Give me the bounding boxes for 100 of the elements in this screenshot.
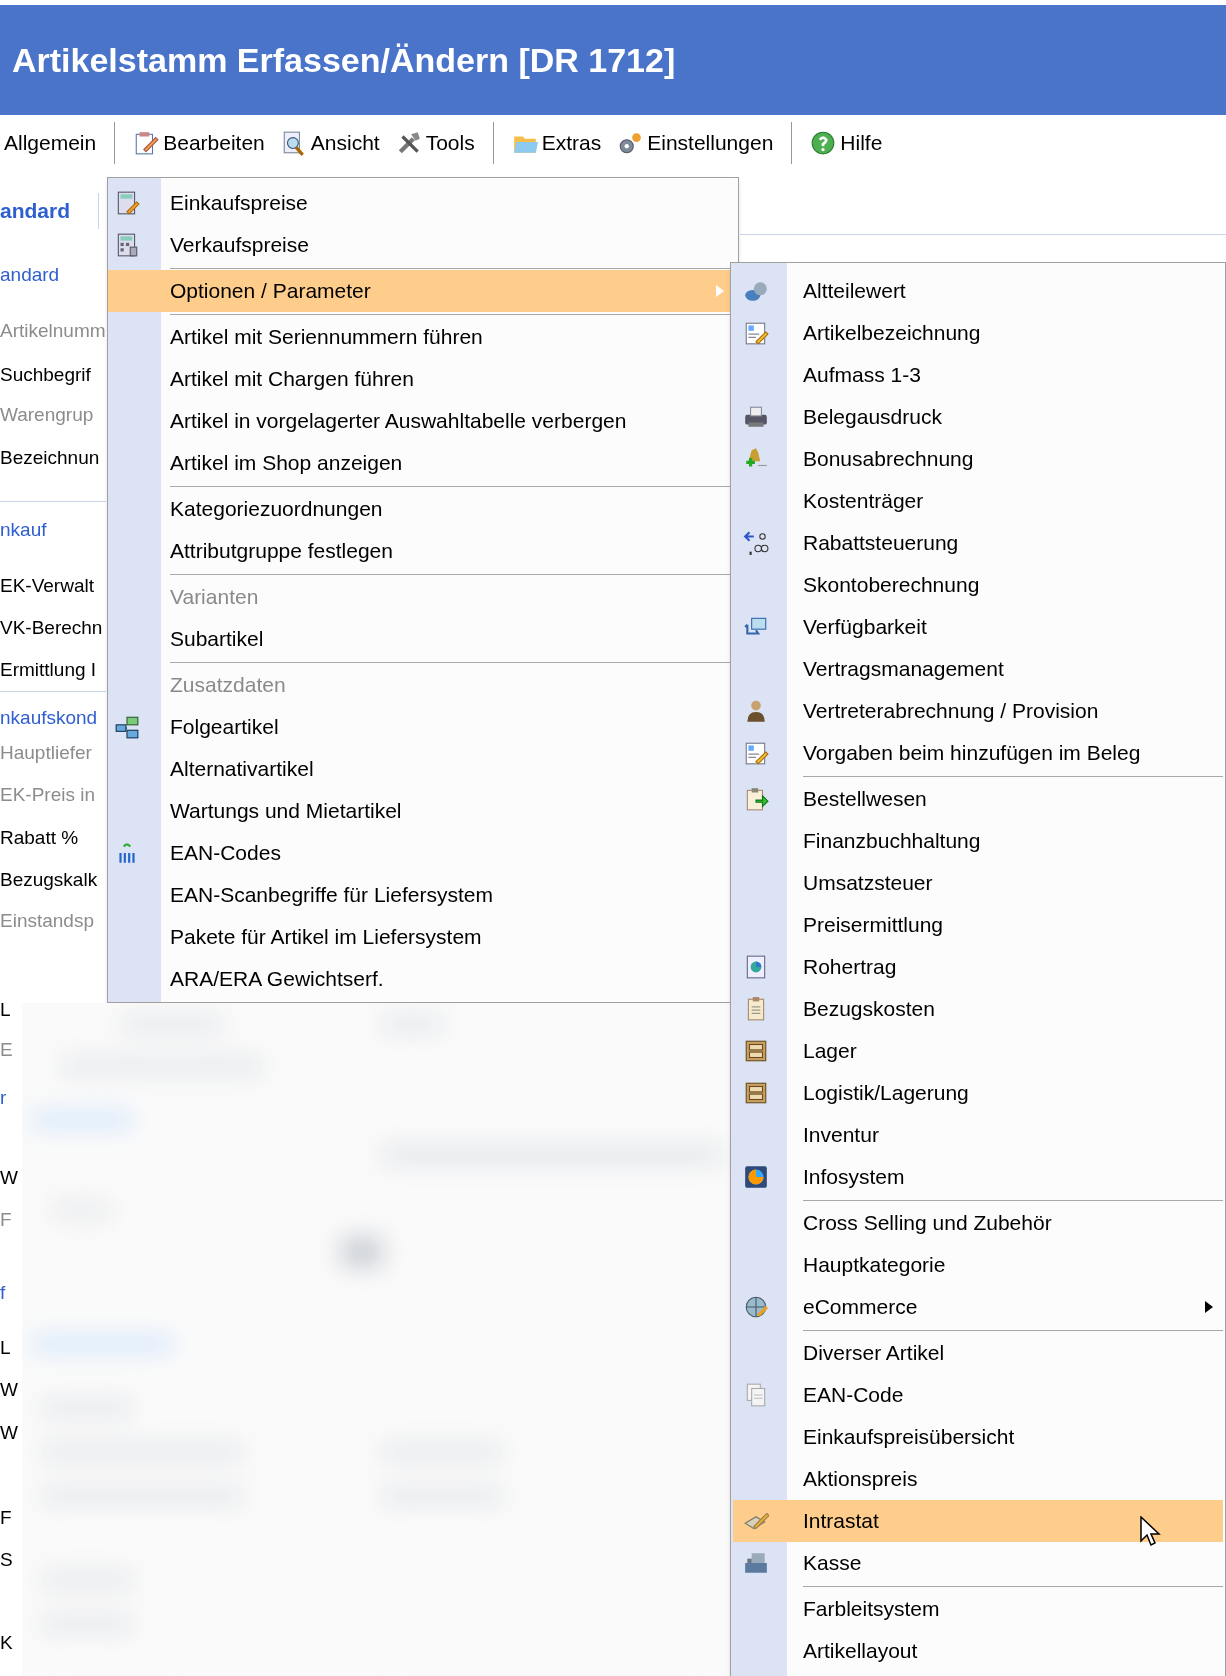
menu-item[interactable]: Verfügbarkeit bbox=[733, 606, 1223, 648]
menu-item[interactable]: Finanzbuchhaltung bbox=[733, 820, 1223, 862]
menu-item[interactable]: Artikel mit Seriennummern führen bbox=[108, 316, 734, 358]
submenu-arrow-icon bbox=[716, 285, 724, 297]
pie-chart-icon bbox=[743, 1164, 769, 1190]
menu-item[interactable]: Pakete für Artikel im Liefersystem bbox=[108, 916, 734, 958]
menu-item[interactable]: Altteilewert bbox=[733, 270, 1223, 312]
menu-item[interactable]: Infosystem bbox=[733, 1156, 1223, 1198]
form-label: L bbox=[0, 998, 11, 1022]
section-heading: f bbox=[0, 1281, 6, 1305]
menu-item[interactable]: eCommerce bbox=[733, 1286, 1223, 1328]
menu-item[interactable]: Artikel in vorgelagerter Auswahltabelle verbergen bbox=[108, 400, 734, 442]
tree-icon bbox=[114, 714, 140, 740]
cabinet-icon bbox=[743, 1038, 769, 1064]
form-label: EK-Preis in bbox=[0, 783, 96, 807]
menu-item[interactable]: Artikelbezeichnung bbox=[733, 312, 1223, 354]
menu-item[interactable]: Bonusabrechnung bbox=[733, 438, 1223, 480]
printer-icon bbox=[743, 404, 769, 430]
menu-item[interactable]: ARA/ERA Gewichtserf. bbox=[108, 958, 734, 1000]
toolbar-button[interactable]: Hilfe bbox=[804, 123, 889, 163]
menu-item[interactable]: Farbleitsystem bbox=[733, 1588, 1223, 1630]
toolbar-button[interactable]: Allgemein bbox=[0, 123, 103, 163]
menu-item[interactable]: Verkaufspreise bbox=[108, 224, 734, 266]
form-pencil-icon bbox=[743, 320, 769, 346]
form-label: Bezugskalk bbox=[0, 868, 98, 892]
menu-item[interactable]: Belegausdruck bbox=[733, 396, 1223, 438]
menu-item[interactable]: Preisermittlung bbox=[733, 904, 1223, 946]
toolbar-button[interactable]: Einstellungen bbox=[611, 123, 780, 163]
form-label: EK-Verwalt bbox=[0, 574, 94, 598]
menu-item[interactable]: Aktionspreis bbox=[733, 1458, 1223, 1500]
menu-item[interactable]: Subartikel bbox=[108, 618, 734, 660]
form-pencil-icon bbox=[743, 740, 769, 766]
menu-item[interactable]: Einkaufspreisübersicht bbox=[733, 1416, 1223, 1458]
toolbar-button[interactable]: Bearbeiten bbox=[127, 123, 271, 163]
form-label: F bbox=[0, 1208, 12, 1232]
form-label: Artikelnumm bbox=[0, 319, 106, 343]
menu-item[interactable]: Intrastat bbox=[733, 1500, 1223, 1542]
menu-item[interactable]: Kasse bbox=[733, 1542, 1223, 1584]
form-label: Rabatt % bbox=[0, 826, 79, 850]
form-label: F bbox=[0, 1506, 12, 1530]
menu-item[interactable]: EAN-Scanbegriffe für Liefersystem bbox=[108, 874, 734, 916]
menu-item[interactable]: Rabattsteuerung bbox=[733, 522, 1223, 564]
form-label: W bbox=[0, 1166, 18, 1190]
decimal-icon bbox=[743, 530, 769, 556]
menu-item[interactable]: Vertreterabrechnung / Provision bbox=[733, 690, 1223, 732]
menu-item[interactable]: Attributgruppe festlegen bbox=[108, 530, 734, 572]
section-heading: nkaufskond bbox=[0, 706, 98, 730]
cabinet-icon bbox=[743, 1080, 769, 1106]
menu-item[interactable]: Vorgaben beim hinzufügen im Beleg bbox=[733, 732, 1223, 774]
menu-item[interactable]: Alternativartikel bbox=[108, 748, 734, 790]
section-heading: andard bbox=[0, 263, 60, 287]
form-label: VK-Berechn bbox=[0, 616, 103, 640]
menu-item[interactable]: Logistik/Lagerung bbox=[733, 1072, 1223, 1114]
menu-item[interactable]: Artikellayout bbox=[733, 1630, 1223, 1672]
clipboard-pencil-icon bbox=[133, 130, 160, 156]
menu-item[interactable]: EAN-Codes bbox=[108, 832, 734, 874]
cash-register-icon bbox=[743, 1550, 769, 1576]
toolbar-button[interactable]: Ansicht bbox=[274, 123, 386, 163]
menu-item[interactable]: Inventur bbox=[733, 1114, 1223, 1156]
menu-item[interactable]: Cross Selling und Zubehör bbox=[733, 1202, 1223, 1244]
tab[interactable]: andard bbox=[0, 199, 70, 223]
menu-item[interactable]: Diverser Artikel bbox=[733, 1332, 1223, 1374]
form-label: Suchbegrif bbox=[0, 363, 91, 387]
menu-item[interactable]: Rohertrag bbox=[733, 946, 1223, 988]
menu-item[interactable]: Bestellwesen bbox=[733, 778, 1223, 820]
form-label: E bbox=[0, 1038, 13, 1062]
menu-item[interactable]: Lager bbox=[733, 1030, 1223, 1072]
form-label: W bbox=[0, 1378, 18, 1402]
toolbar-button[interactable]: Extras bbox=[505, 123, 608, 163]
menu-item[interactable]: Artikel im Shop anzeigen bbox=[108, 442, 734, 484]
form-label: Einstandsp bbox=[0, 909, 94, 933]
menu-item[interactable]: Skontoberechnung bbox=[733, 564, 1223, 606]
form-label: Hauptliefer bbox=[0, 741, 92, 765]
help-icon bbox=[810, 130, 837, 156]
form-label: L bbox=[0, 1336, 11, 1360]
menu-item[interactable]: Kategoriezuordnungen bbox=[108, 488, 734, 530]
menu-item[interactable]: Wartungs und Mietartikel bbox=[108, 790, 734, 832]
section-heading: nkauf bbox=[0, 518, 47, 542]
menu-item[interactable]: Folgeartikel bbox=[108, 706, 734, 748]
menu-item[interactable]: Bezugskosten bbox=[733, 988, 1223, 1030]
menu-item[interactable]: Hauptkategorie bbox=[733, 1244, 1223, 1286]
menu-item[interactable]: Aufmass 1-3 bbox=[733, 354, 1223, 396]
window-title: Artikelstamm Erfassen/Ändern [DR 1712] bbox=[12, 39, 676, 81]
menu-item[interactable]: Kostenträger bbox=[733, 480, 1223, 522]
form-label: Ermittlung I bbox=[0, 658, 97, 682]
toolbar-button[interactable]: Tools bbox=[389, 123, 481, 163]
form-label: K bbox=[0, 1631, 13, 1655]
mouse-cursor-icon bbox=[1140, 1516, 1162, 1548]
menu-item[interactable]: Umsatzsteuer bbox=[733, 862, 1223, 904]
section-heading: r bbox=[0, 1086, 7, 1110]
globe-icon bbox=[743, 1294, 769, 1320]
menu-item[interactable]: Vertragsmanagement bbox=[733, 648, 1223, 690]
gears-icon bbox=[617, 130, 644, 156]
menu-item[interactable]: EAN-Code bbox=[733, 1374, 1223, 1416]
menu-item[interactable]: Einkaufspreise bbox=[108, 182, 734, 224]
form-label: W bbox=[0, 1421, 18, 1445]
form-label: Bezeichnun bbox=[0, 446, 100, 470]
form-label: Warengrup bbox=[0, 403, 94, 427]
submenu-arrow-icon bbox=[1205, 1301, 1213, 1313]
menu-item[interactable]: Artikel mit Chargen führen bbox=[108, 358, 734, 400]
